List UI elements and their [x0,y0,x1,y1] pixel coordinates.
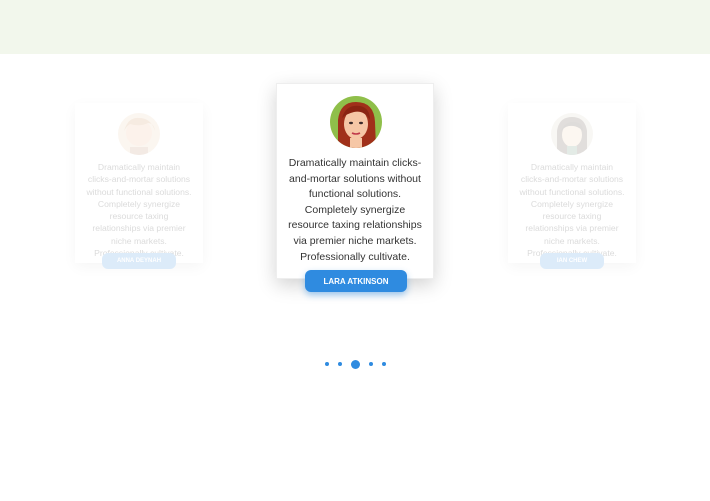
top-band [0,0,710,54]
carousel-dot-2[interactable] [337,362,342,366]
carousel-pagination [0,358,710,370]
author-name-button[interactable]: ANNA DEYNAH [102,253,176,269]
carousel-dot-5[interactable] [381,362,386,366]
carousel-dot-3[interactable] [350,359,360,369]
carousel-dot-1[interactable] [324,362,329,366]
carousel-dot-4[interactable] [368,362,373,366]
author-name-button[interactable]: LARA ATKINSON [305,270,407,292]
testimonial-card-left[interactable]: Dramatically maintain clicks-and-mortar … [75,103,203,269]
testimonial-quote: Dramatically maintain clicks-and-mortar … [86,162,192,258]
testimonial-quote: Dramatically maintain clicks-and-mortar … [288,157,422,263]
testimonial-card-right[interactable]: Dramatically maintain clicks-and-mortar … [508,103,636,269]
avatar [551,113,593,155]
avatar [118,113,160,155]
testimonial-quote: Dramatically maintain clicks-and-mortar … [519,162,625,258]
testimonial-card-active[interactable]: Dramatically maintain clicks-and-mortar … [276,83,434,292]
avatar [330,96,382,148]
author-name-button[interactable]: IAN CHEW [540,253,604,269]
